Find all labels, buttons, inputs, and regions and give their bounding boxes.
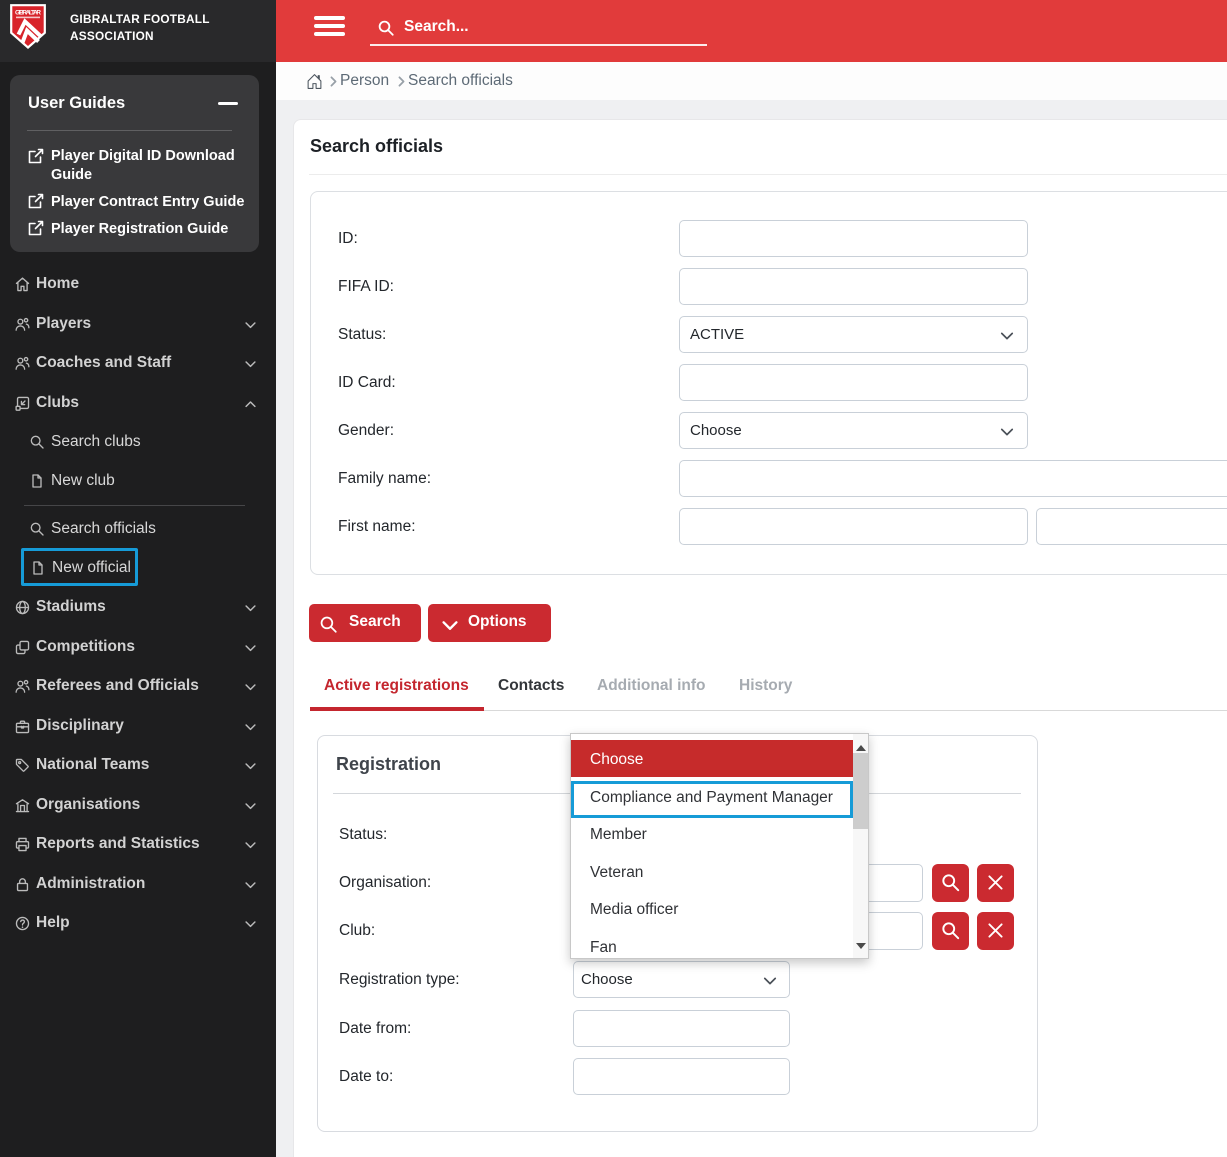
svg-text:GIBRALTAR: GIBRALTAR — [15, 10, 41, 17]
